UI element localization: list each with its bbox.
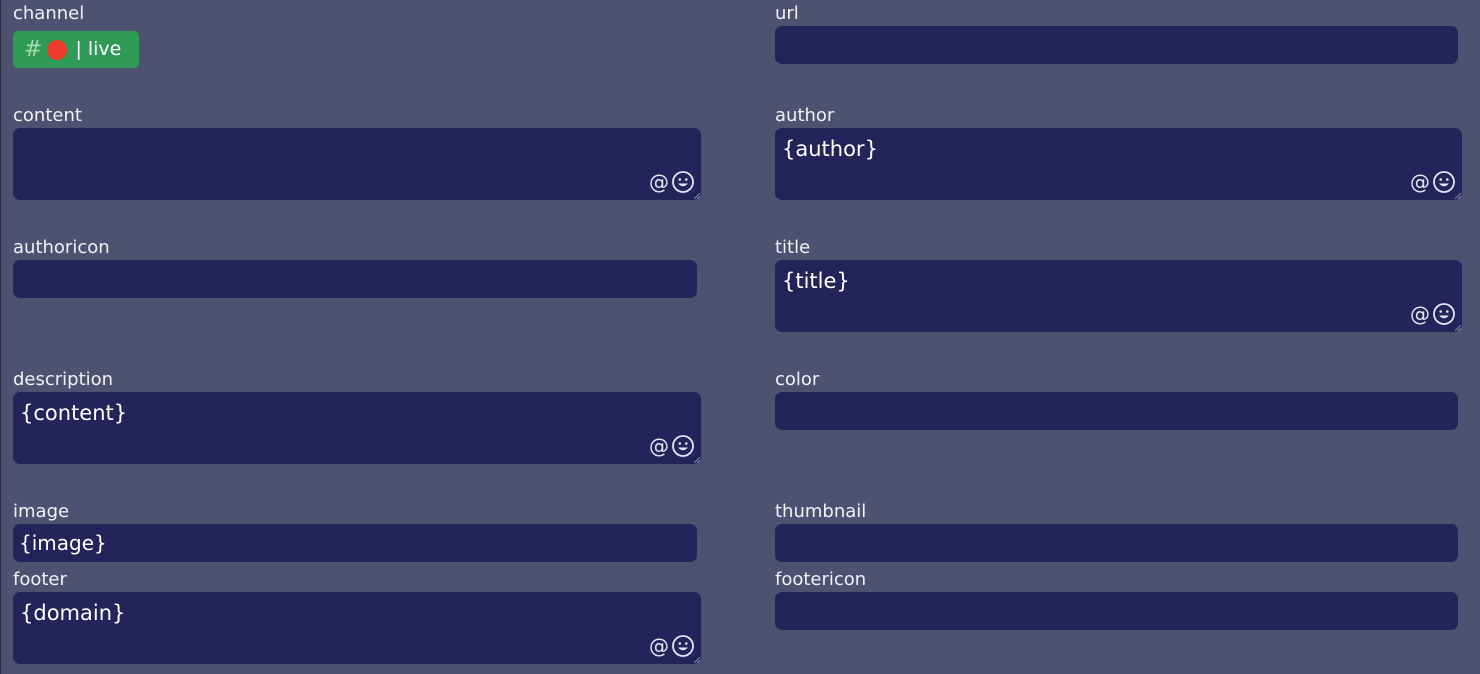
color-label: color: [775, 369, 820, 390]
author-tools: @: [1410, 170, 1456, 194]
color-input[interactable]: [775, 392, 1458, 430]
footericon-label: footericon: [775, 569, 867, 590]
mention-button[interactable]: @: [649, 635, 669, 657]
footer-label: footer: [13, 569, 67, 590]
channel-selector[interactable]: # | live: [13, 31, 139, 68]
author-field[interactable]: {author} @: [775, 128, 1462, 200]
authoricon-label: authoricon: [13, 237, 110, 258]
image-label: image: [13, 501, 70, 522]
authoricon-input[interactable]: [13, 260, 697, 298]
title-value: {title}: [782, 269, 850, 293]
description-label: description: [13, 369, 114, 390]
hash-icon: #: [24, 37, 43, 62]
mention-button[interactable]: @: [649, 171, 669, 193]
channel-label: channel: [13, 3, 85, 24]
emoji-smile-icon[interactable]: [671, 434, 695, 458]
emoji-smile-icon[interactable]: [1432, 302, 1456, 326]
footer-field[interactable]: {domain} @: [13, 592, 701, 664]
author-label: author: [775, 105, 835, 126]
author-value: {author}: [782, 137, 878, 161]
mention-button[interactable]: @: [1410, 171, 1430, 193]
mention-button[interactable]: @: [649, 435, 669, 457]
resize-grip-icon[interactable]: [1455, 325, 1461, 331]
footer-tools: @: [649, 634, 695, 658]
panel-edge: [0, 0, 1, 674]
description-field[interactable]: {content} @: [13, 392, 701, 464]
description-tools: @: [649, 434, 695, 458]
resize-grip-icon[interactable]: [694, 193, 700, 199]
content-tools: @: [649, 170, 695, 194]
footericon-input[interactable]: [775, 592, 1458, 630]
emoji-smile-icon[interactable]: [671, 634, 695, 658]
image-input[interactable]: {image}: [13, 524, 697, 562]
emoji-smile-icon[interactable]: [1432, 170, 1456, 194]
title-label: title: [775, 237, 811, 258]
thumbnail-input[interactable]: [775, 524, 1458, 562]
resize-grip-icon[interactable]: [694, 657, 700, 663]
footer-value: {domain}: [20, 601, 126, 625]
content-label: content: [13, 105, 82, 126]
channel-name: | live: [75, 38, 122, 60]
title-field[interactable]: {title} @: [775, 260, 1462, 332]
live-status-dot-icon: [47, 39, 68, 60]
resize-grip-icon[interactable]: [1455, 193, 1461, 199]
description-value: {content}: [20, 401, 128, 425]
title-tools: @: [1410, 302, 1456, 326]
thumbnail-label: thumbnail: [775, 501, 867, 522]
mention-button[interactable]: @: [1410, 303, 1430, 325]
emoji-smile-icon[interactable]: [671, 170, 695, 194]
url-label: url: [775, 3, 799, 24]
content-field[interactable]: @: [13, 128, 701, 200]
resize-grip-icon[interactable]: [694, 457, 700, 463]
url-input[interactable]: [775, 26, 1458, 64]
